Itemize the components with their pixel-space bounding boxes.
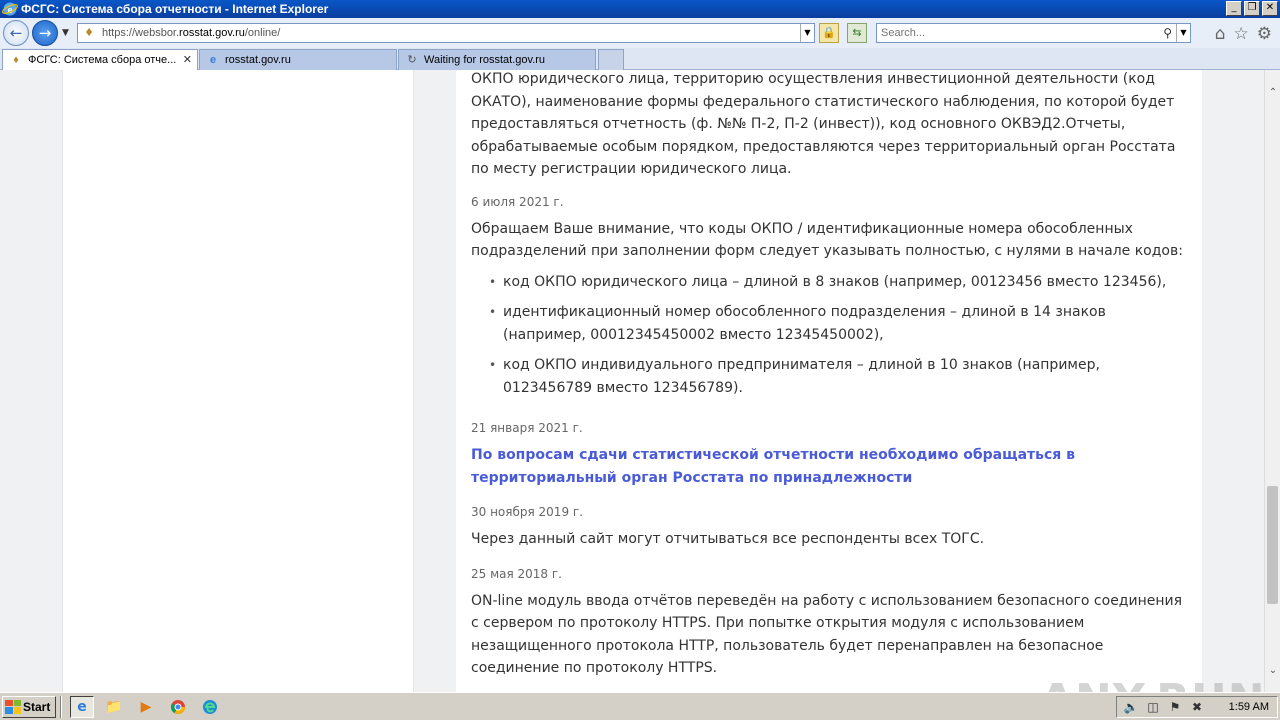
ie-logo-icon: e [2,2,18,16]
watermark-logo: ANY.RUN [1040,675,1264,692]
favorites-star-icon[interactable]: ☆ [1234,24,1249,44]
taskbar-ie-icon[interactable]: e [70,695,94,718]
close-tab-icon[interactable]: ✕ [183,53,192,66]
new-tab-button[interactable] [598,49,624,70]
taskbar-chrome-icon[interactable] [166,696,190,718]
taskbar-media-player-icon[interactable]: ▶ [134,696,158,718]
network-icon[interactable]: ◫ [1145,699,1161,715]
home-icon[interactable]: ⌂ [1215,24,1226,44]
window-titlebar: e ФСГС: Система сбора отчетности - Inter… [0,0,1280,18]
ie-icon: e [209,54,217,66]
emblem-icon: ♦ [13,54,19,66]
taskbar-separator [60,695,62,718]
back-button[interactable]: ← [3,20,29,46]
news-date: 25 мая 2018 г. [471,566,562,581]
news-text: Обращаем Ваше внимание, что коды ОКПО / … [471,220,1183,260]
news-text: Через данный сайт могут отчитываться все… [471,531,985,547]
list-item: код ОКПО индивидуального предпринимателя… [489,354,1187,399]
window-title: ФСГС: Система сбора отчетности - Interne… [21,2,329,16]
start-button[interactable]: Start [2,695,56,718]
news-link-territorial-office[interactable]: По вопросам сдачи статистической отчетно… [471,444,1187,489]
news-text: ON-line модуль ввода отчётов переведён н… [471,592,1183,677]
windows-flag-icon [5,699,21,714]
taskbar-explorer-icon[interactable]: 📁 [102,696,126,718]
compatibility-refresh-icon[interactable]: ⇆ [847,23,867,43]
clock: 1:59 AM [1228,701,1269,713]
tab-waiting[interactable]: ↻ Waiting for rosstat.gov.ru [398,49,596,70]
news-date: 6 июля 2021 г. [471,194,564,209]
system-tray: 🔈 ◫ ⚑ ✖ 1:59 AM [1116,696,1278,718]
minimize-button[interactable]: _ [1226,1,1242,16]
search-dropdown-icon[interactable]: ▼ [1176,24,1190,42]
news-date: 30 ноября 2019 г. [471,505,584,519]
navigation-bar: ← → ▼ ♦ https://websbor.rosstat.gov.ru/o… [0,18,1280,48]
address-dropdown-icon[interactable]: ▼ [800,24,814,42]
loading-icon: ↻ [407,54,417,66]
address-url[interactable]: https://websbor.rosstat.gov.ru/online/ [102,27,280,39]
taskbar-edge-icon[interactable] [198,696,222,718]
restore-button[interactable]: ❐ [1244,1,1260,16]
tab-label: rosstat.gov.ru [225,54,291,66]
search-icon[interactable]: ⚲ [1163,26,1172,40]
scroll-up-icon[interactable]: ⌃ [1265,84,1280,102]
news-date: 21 января 2021 г. [471,421,583,435]
tab-bar: ♦ ФСГС: Система сбора отче... ✕ e rossta… [0,48,1280,70]
flag-notification-icon[interactable]: ⚑ [1167,699,1183,715]
news-content: ОКПО юридического лица, территорию осуще… [456,70,1202,692]
forward-button[interactable]: → [32,20,58,46]
tab-rosstat[interactable]: e rosstat.gov.ru [199,49,397,70]
scrollbar-thumb[interactable] [1267,486,1278,604]
okpo-code-list: код ОКПО юридического лица – длиной в 8 … [489,271,1187,400]
tab-websbor[interactable]: ♦ ФСГС: Система сбора отче... ✕ [2,49,198,70]
scroll-down-icon[interactable]: ⌄ [1265,662,1280,680]
tab-label: Waiting for rosstat.gov.ru [424,54,546,66]
tab-label: ФСГС: Система сбора отче... [28,54,177,66]
security-lock-icon[interactable]: 🔒 [819,23,839,43]
intro-paragraph: ОКПО юридического лица, территорию осуще… [471,71,1176,177]
list-item: идентификационный номер обособленного по… [489,301,1187,346]
volume-icon[interactable]: 🔈 [1123,699,1139,715]
tools-gear-icon[interactable]: ⚙ [1257,24,1272,44]
search-input[interactable] [877,27,1147,39]
start-label: Start [23,699,51,714]
forward-arrow-icon: → [38,24,52,42]
page-viewport: ОКПО юридического лица, территорию осуще… [0,70,1264,692]
close-window-button[interactable]: ✕ [1262,1,1278,16]
history-dropdown-icon[interactable]: ▼ [62,28,69,38]
search-box[interactable]: ⚲ ▼ [876,23,1191,43]
vertical-scrollbar[interactable]: ⌃ ⌄ [1264,70,1280,692]
address-bar[interactable]: ♦ https://websbor.rosstat.gov.ru/online/… [77,23,815,43]
back-arrow-icon: ← [9,24,23,42]
taskbar: Start e 📁 ▶ 🔈 ◫ ⚑ ✖ 1:59 AM [0,692,1280,720]
site-emblem-icon: ♦ [84,26,94,39]
list-item: код ОКПО юридического лица – длиной в 8 … [489,271,1187,294]
security-shield-icon[interactable]: ✖ [1189,699,1205,715]
left-sidebar-panel [62,70,414,692]
